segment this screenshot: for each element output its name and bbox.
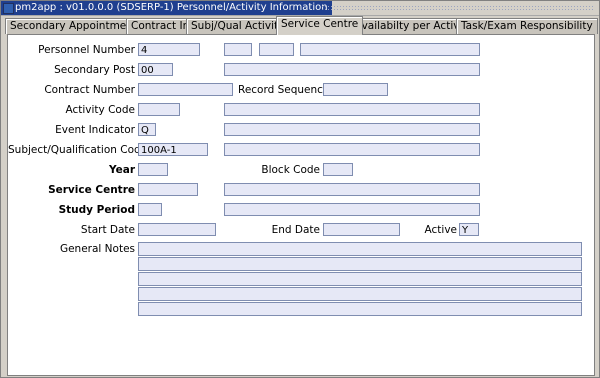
tab-strip: Secondary Appointment Contract Info Subj… — [5, 16, 598, 35]
study-period-description-field[interactable] — [224, 203, 480, 216]
title-bar-pattern — [321, 5, 595, 11]
service-centre-panel: Personnel Number 4 Secondary Post 00 Con… — [7, 34, 595, 376]
year-label: Year — [108, 164, 135, 176]
study-period-label: Study Period — [58, 204, 135, 216]
event-indicator-description-field[interactable] — [224, 123, 480, 136]
record-sequence-label: Record Sequence — [238, 84, 330, 96]
subject-qual-code-label: Subject/Qualification Code — [8, 144, 148, 156]
window-title: pm2app : v01.0.0.0 (SDSERP-1) Personnel/… — [1, 1, 332, 15]
active-field[interactable]: Y — [459, 223, 479, 236]
service-centre-description-field[interactable] — [224, 183, 480, 196]
personnel-name-field[interactable] — [300, 43, 480, 56]
activity-code-label: Activity Code — [65, 104, 136, 116]
secondary-post-field[interactable]: 00 — [138, 63, 173, 76]
activity-description-field[interactable] — [224, 103, 480, 116]
block-code-label: Block Code — [261, 164, 320, 176]
start-date-label: Start Date — [80, 224, 135, 236]
block-code-field[interactable] — [323, 163, 353, 176]
general-notes-line-4[interactable] — [138, 287, 582, 301]
activity-code-field[interactable] — [138, 103, 180, 116]
general-notes-line-3[interactable] — [138, 272, 582, 286]
personnel-number-field[interactable]: 4 — [138, 43, 200, 56]
subject-qual-code-field[interactable]: 100A-1 — [138, 143, 208, 156]
study-period-field[interactable] — [138, 203, 162, 216]
title-bar: pm2app : v01.0.0.0 (SDSERP-1) Personnel/… — [1, 1, 599, 16]
service-centre-field[interactable] — [138, 183, 198, 196]
tab-task-exam-responsibility[interactable]: Task/Exam Responsibility — [456, 18, 598, 34]
event-indicator-field[interactable]: Q — [138, 123, 156, 136]
tab-service-centre[interactable]: Service Centre — [276, 16, 364, 35]
tab-subj-qual-activity[interactable]: Subj/Qual Activity — [186, 18, 290, 34]
main-window: pm2app : v01.0.0.0 (SDSERP-1) Personnel/… — [0, 0, 600, 378]
start-date-field[interactable] — [138, 223, 216, 236]
tab-secondary-appointment[interactable]: Secondary Appointment — [5, 18, 143, 34]
secondary-post-label: Secondary Post — [54, 64, 135, 76]
record-sequence-field[interactable] — [323, 83, 388, 96]
general-notes-line-1[interactable] — [138, 242, 582, 256]
general-notes-line-5[interactable] — [138, 302, 582, 316]
app-icon — [3, 3, 14, 14]
end-date-field[interactable] — [323, 223, 400, 236]
personnel-extra-field-2[interactable] — [259, 43, 294, 56]
service-centre-label: Service Centre — [48, 184, 135, 196]
personnel-number-label: Personnel Number — [38, 44, 135, 56]
contract-number-label: Contract Number — [44, 84, 135, 96]
year-field[interactable] — [138, 163, 168, 176]
personnel-extra-field-1[interactable] — [224, 43, 252, 56]
subject-qual-description-field[interactable] — [224, 143, 480, 156]
event-indicator-label: Event Indicator — [55, 124, 135, 136]
secondary-post-description-field[interactable] — [224, 63, 480, 76]
general-notes-label: General Notes — [59, 243, 135, 255]
active-label: Active — [424, 224, 457, 236]
general-notes-line-2[interactable] — [138, 257, 582, 271]
contract-number-field[interactable] — [138, 83, 233, 96]
end-date-label: End Date — [271, 224, 320, 236]
